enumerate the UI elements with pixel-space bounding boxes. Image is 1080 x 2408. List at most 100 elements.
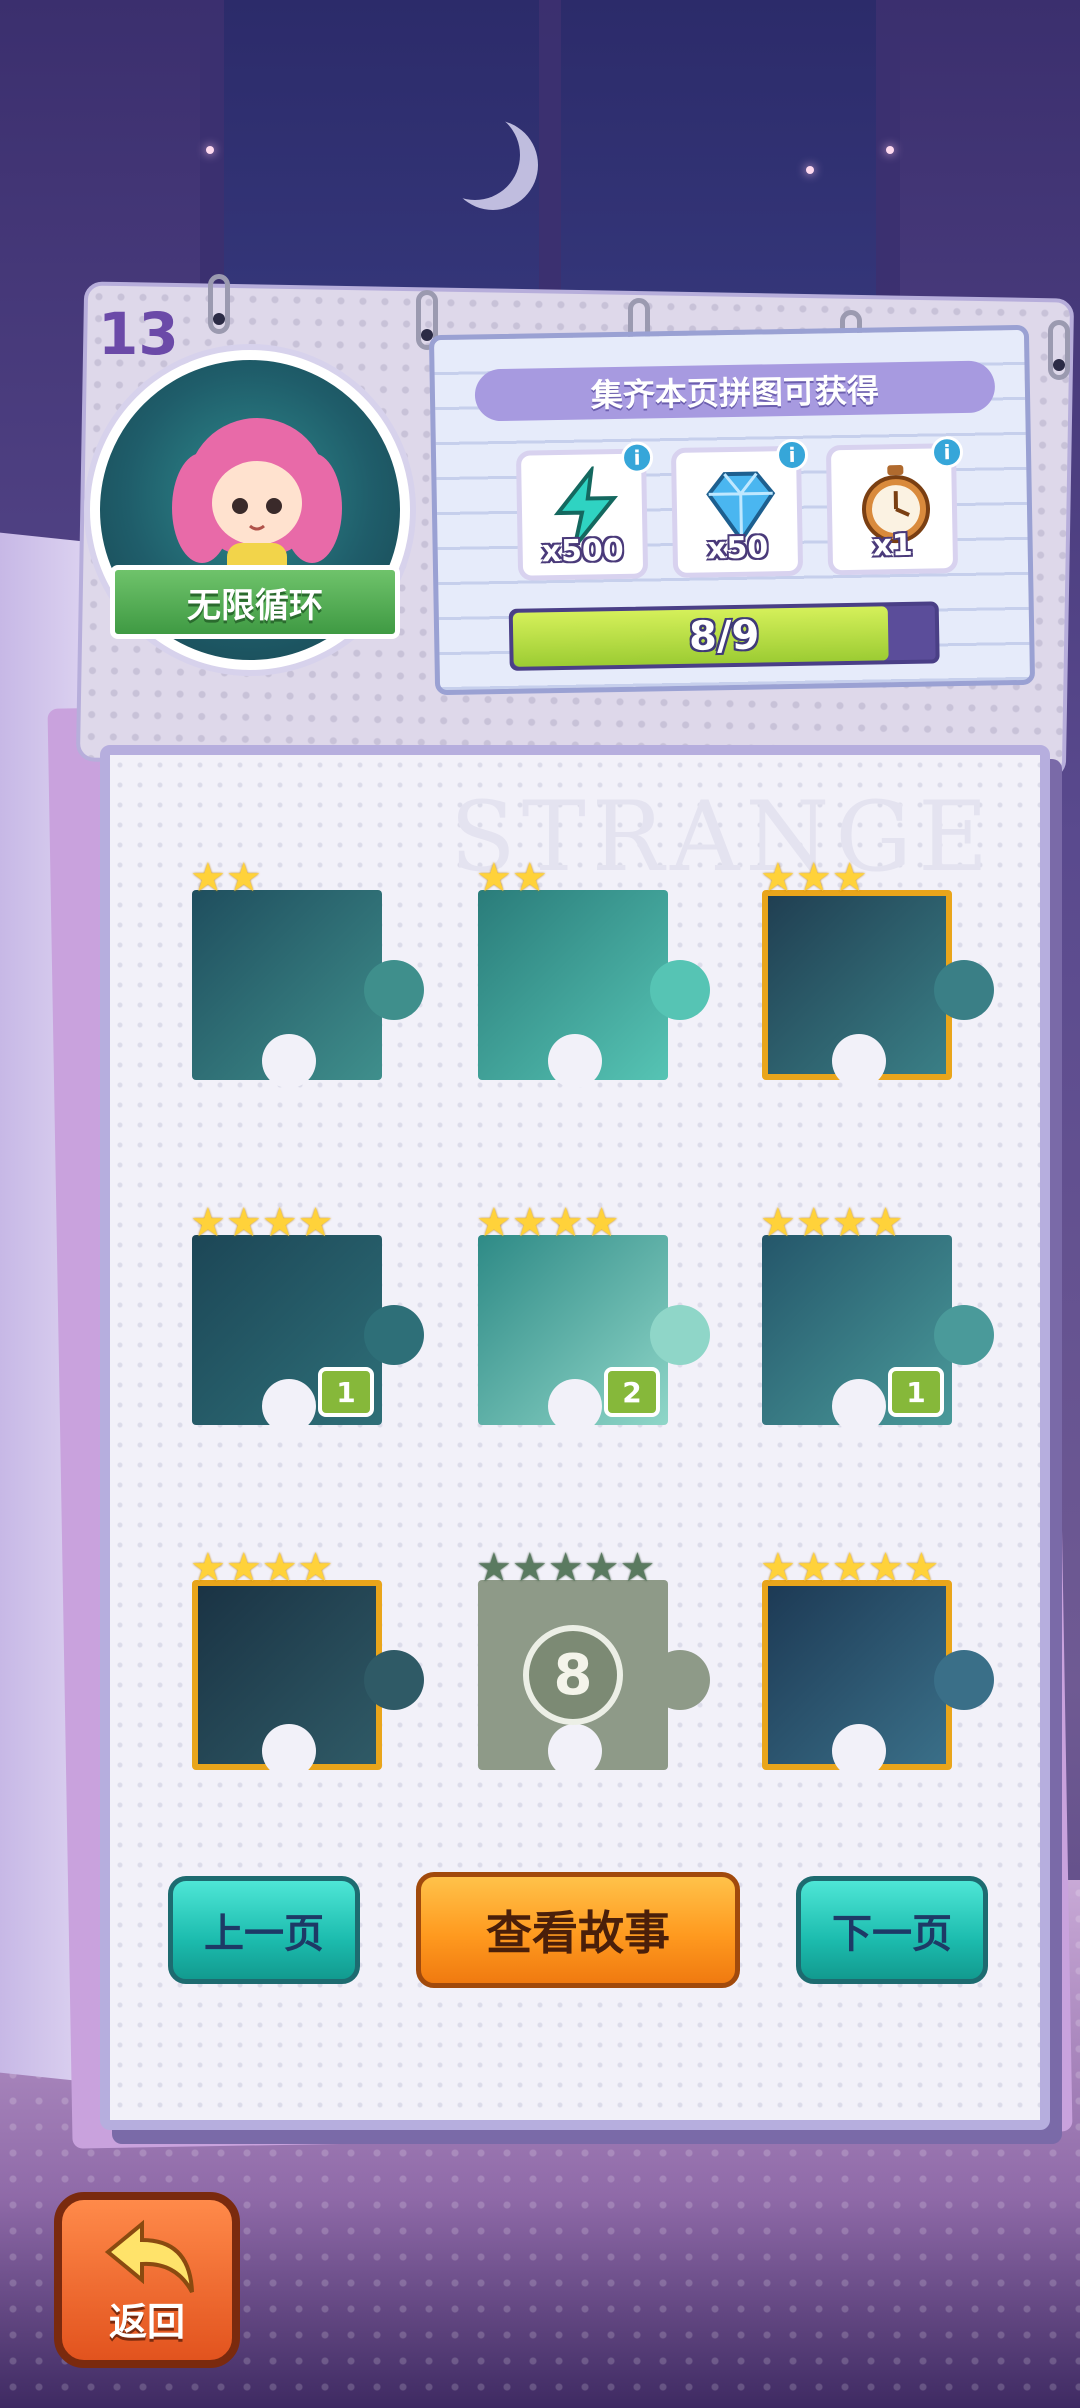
reward-panel: 集齐本页拼图可获得 x500 i x50 i x1 i 8/9 [428, 324, 1036, 696]
back-button[interactable]: 返回 [54, 2192, 240, 2368]
info-icon[interactable]: i [620, 441, 654, 474]
puzzle-piece[interactable]: ★ ★ ★ ★ 1 [190, 1203, 424, 1433]
piece-star-rating: ★ ★ ★ ★ [476, 1203, 619, 1243]
piece-star-rating: ★ ★ [476, 858, 548, 898]
star-icon: ★ [261, 1545, 298, 1591]
star-icon: ★ [225, 855, 262, 901]
piece-count-badge: 1 [318, 1367, 374, 1417]
chapter-name-banner: 无限循环 [110, 565, 400, 639]
star-icon: ★ [831, 1200, 868, 1246]
collection-progress-bar: 8/9 [508, 601, 940, 671]
puzzle-piece-tab [364, 960, 424, 1020]
star-icon: ★ [795, 1545, 832, 1591]
puzzle-piece-notch [832, 1379, 886, 1433]
piece-star-rating: ★ ★ ★ ★ [190, 1548, 333, 1588]
star-icon: ★ [190, 1545, 226, 1591]
star-icon: ★ [903, 1545, 940, 1591]
binder-ring [208, 274, 230, 334]
star-icon: ★ [867, 1200, 904, 1246]
puzzle-piece[interactable]: ★ ★ [476, 858, 710, 1088]
star-icon: ★ [511, 1545, 548, 1591]
puzzle-piece-notch [262, 1379, 316, 1433]
star-icon: ★ [760, 1200, 796, 1246]
star-icon: ★ [225, 1545, 262, 1591]
moon-icon [430, 110, 520, 200]
reward-item-stopwatch[interactable]: x1 i [825, 435, 964, 576]
star-icon: ★ [867, 1545, 904, 1591]
reward-count: x50 [706, 530, 769, 567]
puzzle-piece-tab [934, 1650, 994, 1710]
star-icon: ★ [795, 1200, 832, 1246]
reward-title: 集齐本页拼图可获得 [474, 360, 996, 422]
missing-piece-number: 8 [523, 1625, 623, 1725]
puzzle-piece[interactable]: ★ ★ ★ ★ ★ [760, 1548, 994, 1778]
back-label: 返回 [108, 2300, 185, 2344]
puzzle-piece[interactable]: ★ ★ ★ [760, 858, 994, 1088]
puzzle-piece[interactable]: ★ ★ ★ ★ 1 [760, 1203, 994, 1433]
prev-page-button[interactable]: 上一页 [168, 1876, 360, 1984]
piece-star-rating: ★ ★ ★ ★ ★ [476, 1548, 655, 1588]
puzzle-piece[interactable]: ★ ★ [190, 858, 424, 1088]
next-page-button[interactable]: 下一页 [796, 1876, 988, 1984]
puzzle-piece-notch [548, 1379, 602, 1433]
back-arrow-icon [104, 2219, 194, 2293]
star-icon: ★ [831, 1545, 868, 1591]
star-icon: ★ [583, 1545, 620, 1591]
piece-star-rating: ★ ★ ★ [760, 858, 868, 898]
info-icon[interactable]: i [930, 435, 964, 469]
star-icon: ★ [511, 1200, 548, 1246]
puzzle-piece-tab [934, 960, 994, 1020]
piece-count-badge: 1 [888, 1367, 944, 1417]
reward-count: x1 [872, 527, 914, 564]
puzzle-piece-notch [548, 1034, 602, 1088]
puzzle-piece-tab [650, 1305, 710, 1365]
puzzle-piece-tab [650, 1650, 710, 1710]
star-icon: ★ [760, 1545, 796, 1591]
star-icon: ★ [583, 1200, 620, 1246]
star-icon: ★ [547, 1200, 584, 1246]
puzzle-piece[interactable]: ★ ★ ★ ★ 2 [476, 1203, 710, 1433]
puzzle-piece-tab [650, 960, 710, 1020]
binder-ring [1048, 320, 1070, 380]
puzzle-piece-notch [832, 1034, 886, 1088]
puzzle-piece-tab [364, 1305, 424, 1365]
star-icon: ★ [476, 1545, 512, 1591]
star-icon: ★ [297, 1545, 334, 1591]
star-icon: ★ [547, 1545, 584, 1591]
puzzle-piece-tab [364, 1650, 424, 1710]
puzzle-piece-notch [262, 1724, 316, 1778]
puzzle-piece[interactable]: ★ ★ ★ ★ ★ 8 [476, 1548, 710, 1778]
piece-star-rating: ★ ★ ★ ★ [760, 1203, 903, 1243]
star-icon: ★ [225, 1200, 262, 1246]
star-icon: ★ [511, 855, 548, 901]
star-icon: ★ [795, 855, 832, 901]
piece-star-rating: ★ ★ [190, 858, 262, 898]
view-story-button[interactable]: 查看故事 [416, 1872, 740, 1988]
star-icon: ★ [297, 1200, 334, 1246]
puzzle-piece-notch [262, 1034, 316, 1088]
star-icon: ★ [619, 1545, 656, 1591]
sparkle-icon [206, 146, 214, 154]
star-icon: ★ [261, 1200, 298, 1246]
info-icon[interactable]: i [775, 438, 809, 472]
puzzle-piece[interactable]: ★ ★ ★ ★ [190, 1548, 424, 1778]
star-icon: ★ [476, 855, 512, 901]
piece-star-rating: ★ ★ ★ ★ [190, 1203, 333, 1243]
star-icon: ★ [760, 855, 796, 901]
sparkle-icon [806, 166, 814, 174]
page-number: 13 [98, 300, 179, 368]
puzzle-piece-tab [934, 1305, 994, 1365]
piece-count-badge: 2 [604, 1367, 660, 1417]
puzzle-piece-notch [548, 1724, 602, 1778]
reward-count: x500 [541, 532, 624, 570]
puzzle-piece-notch [832, 1724, 886, 1778]
progress-text: 8/9 [688, 612, 760, 660]
star-icon: ★ [831, 855, 868, 901]
star-icon: ★ [190, 855, 226, 901]
sparkle-icon [886, 146, 894, 154]
reward-item-diamond[interactable]: x50 i [670, 438, 809, 579]
reward-item-energy[interactable]: x500 i [515, 441, 654, 581]
star-icon: ★ [190, 1200, 226, 1246]
piece-star-rating: ★ ★ ★ ★ ★ [760, 1548, 939, 1588]
star-icon: ★ [476, 1200, 512, 1246]
